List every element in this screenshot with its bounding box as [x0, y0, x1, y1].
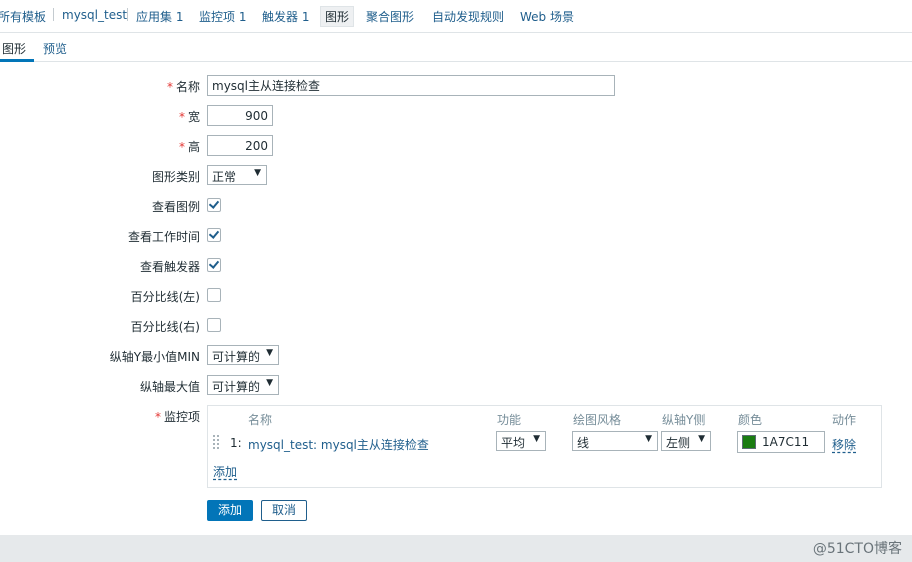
ymin-value: 可计算的 [212, 350, 261, 364]
checkmark-icon [208, 198, 220, 209]
nav-triggers[interactable]: 触发器 1 [262, 8, 309, 25]
nav-screens[interactable]: 聚合图形 [366, 8, 414, 25]
add-item-link[interactable]: 添加 [213, 463, 237, 480]
items-label: * 监控项 [0, 408, 200, 425]
checkmark-icon [208, 258, 220, 269]
nav-separator [53, 8, 54, 21]
ymin-select[interactable]: 可计算的 ▼ [207, 345, 279, 365]
required-mark: * [154, 410, 161, 424]
nav-template-mysql-test[interactable]: mysql_test [62, 8, 127, 22]
item-y-axis-side-select[interactable]: 左侧 ▼ [661, 431, 711, 451]
required-mark: * [178, 140, 185, 154]
nav-triggers-label: 触发器 [262, 10, 299, 24]
chevron-down-icon: ▼ [266, 378, 273, 388]
nav-triggers-count: 1 [301, 10, 310, 24]
item-color-value: 1A7C11 [762, 435, 810, 449]
nav-applications-count: 1 [175, 10, 184, 24]
items-label-text: 监控项 [163, 410, 200, 424]
show-working-time-checkbox[interactable] [207, 228, 221, 242]
nav-items-label: 监控项 [199, 10, 236, 24]
nav-items[interactable]: 监控项 1 [199, 8, 246, 25]
width-label: * 宽 [0, 108, 200, 125]
chevron-down-icon: ▼ [533, 434, 540, 444]
col-header-y-axis-side: 纵轴Y侧 [662, 413, 706, 427]
name-label: * 名称 [0, 78, 200, 95]
percentile-left-label: 百分比线(左) [130, 290, 200, 304]
show-working-time-label: 查看工作时间 [127, 230, 200, 244]
nav-graphs[interactable]: 图形 [320, 6, 355, 27]
color-swatch[interactable] [742, 435, 756, 449]
graph-type-select[interactable]: 正常 ▼ [207, 165, 267, 185]
item-draw-style-select[interactable]: 线 ▼ [572, 431, 658, 451]
col-header-action: 动作 [832, 413, 857, 427]
required-mark: * [166, 80, 173, 94]
nav-applications[interactable]: 应用集 1 [136, 8, 183, 25]
percentile-right-checkbox[interactable] [207, 318, 221, 332]
chevron-down-icon: ▼ [254, 168, 261, 178]
nav-discovery-rules[interactable]: 自动发现规则 [432, 8, 504, 25]
show-triggers-checkbox[interactable] [207, 258, 221, 272]
nav-separator [127, 8, 128, 21]
graph-type-value: 正常 [212, 170, 237, 184]
percentile-left-checkbox[interactable] [207, 288, 221, 302]
graph-type-label: 图形类别 [151, 170, 200, 184]
checkmark-icon [208, 228, 220, 239]
col-header-color: 颜色 [738, 413, 763, 427]
top-navigation: 所有模板 mysql_test 应用集 1 监控项 1 触发器 1 图形 聚合图… [0, 0, 912, 33]
item-function-select[interactable]: 平均 ▼ [496, 431, 546, 451]
item-y-axis-side-value: 左侧 [666, 436, 691, 450]
height-input[interactable] [207, 135, 273, 156]
width-label-text: 宽 [187, 110, 200, 124]
nav-applications-label: 应用集 [136, 10, 173, 24]
name-input[interactable] [207, 75, 615, 96]
page-footer [0, 535, 912, 562]
ymax-select[interactable]: 可计算的 ▼ [207, 375, 279, 395]
nav-web-scenarios[interactable]: Web 场景 [520, 8, 574, 25]
item-remove-link[interactable]: 移除 [832, 436, 856, 453]
ymax-label: 纵轴最大值 [139, 380, 200, 394]
watermark: @51CTO博客 [812, 541, 902, 557]
show-triggers-label: 查看触发器 [139, 260, 200, 274]
item-function-value: 平均 [501, 436, 526, 450]
chevron-down-icon: ▼ [698, 434, 705, 444]
ymax-value: 可计算的 [212, 380, 261, 394]
add-button[interactable]: 添加 [207, 500, 253, 521]
height-label: * 高 [0, 138, 200, 155]
item-row-name-link[interactable]: mysql_test: mysql主从连接检查 [248, 436, 429, 453]
active-tab-indicator [0, 59, 34, 62]
col-header-draw-style: 绘图风格 [573, 413, 622, 427]
drag-handle-icon[interactable] [213, 435, 219, 449]
nav-all-templates[interactable]: 所有模板 [0, 8, 46, 25]
item-draw-style-value: 线 [577, 436, 590, 450]
tab-graph[interactable]: 图形 [2, 40, 26, 57]
chevron-down-icon: ▼ [266, 348, 273, 358]
show-legend-label: 查看图例 [151, 200, 200, 214]
item-color-picker[interactable]: 1A7C11 [737, 431, 825, 453]
col-header-function: 功能 [497, 413, 522, 427]
nav-items-count: 1 [238, 10, 247, 24]
col-header-name: 名称 [248, 413, 273, 427]
name-label-text: 名称 [175, 80, 200, 94]
items-table: 名称 功能 绘图风格 纵轴Y侧 颜色 动作 1: mysql_test: mys… [207, 405, 882, 488]
chevron-down-icon: ▼ [645, 434, 652, 444]
cancel-button[interactable]: 取消 [261, 500, 307, 521]
item-row-index: 1: [230, 436, 242, 450]
percentile-right-label: 百分比线(右) [130, 320, 200, 334]
height-label-text: 高 [187, 140, 200, 154]
ymin-label: 纵轴Y最小值MIN [109, 350, 200, 364]
required-mark: * [178, 110, 185, 124]
form-tabs: 图形 预览 [0, 33, 912, 62]
tab-preview[interactable]: 预览 [43, 40, 67, 57]
show-legend-checkbox[interactable] [207, 198, 221, 212]
width-input[interactable] [207, 105, 273, 126]
